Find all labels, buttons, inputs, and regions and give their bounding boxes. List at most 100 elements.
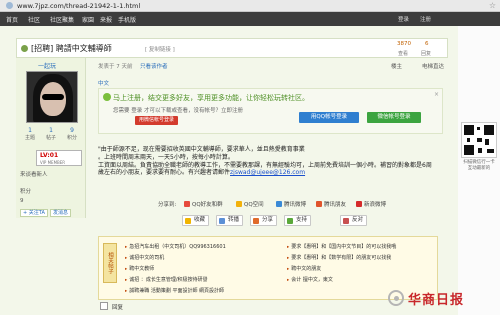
stat-value: 1 — [28, 127, 32, 134]
credit-value: 9 — [20, 198, 24, 204]
forward-icon — [219, 218, 225, 224]
nav-item-home[interactable]: 首页 — [6, 15, 18, 24]
site-nav: 首页 社区 社区聚集 家園 来报 手机版 登录 注册 — [0, 12, 500, 26]
post-line: 歲左右的小朋友，要求要有耐心。有兴趣者请郵件zjswad@ujeee@126.c… — [98, 169, 443, 177]
related-link[interactable]: 聘中文的朋友 — [287, 265, 321, 272]
view-count: 3870 — [397, 41, 411, 47]
tencent-friends-icon[interactable] — [316, 201, 322, 207]
author-name[interactable]: 一起玩 — [38, 61, 56, 70]
forward-label: 转播 — [228, 217, 240, 223]
thumbs-up-icon — [287, 218, 293, 224]
share-label: 分享到: — [158, 202, 177, 208]
qr-dot — [477, 127, 480, 130]
sina-weibo-icon[interactable] — [356, 201, 362, 207]
only-author-link[interactable]: 只看该作者 — [140, 62, 168, 70]
wechat-login-button[interactable]: 微信帐号登录 — [367, 112, 421, 123]
nav-item-home2[interactable]: 家園 — [82, 15, 94, 24]
share-sina-weibo[interactable]: 新浪微博 — [364, 200, 386, 208]
qr-label: 扫描微信行一卡 互动最新的 — [463, 160, 495, 171]
related-link[interactable]: 要求【惠明】和【国内中文节目】的可以找我哦 — [287, 243, 396, 250]
avatar[interactable] — [26, 71, 78, 123]
bookmark-star-icon[interactable]: ☆ — [489, 1, 496, 10]
url-text[interactable]: www.7jpz.com/thread-21942-1-1.html — [17, 2, 140, 10]
email-link[interactable]: zjswad@ujeee@126.com — [230, 169, 305, 176]
view-label: 查看 — [398, 51, 409, 57]
oppose-button[interactable]: 反对 — [340, 215, 368, 226]
watermark-logo-icon — [388, 290, 404, 306]
oppose-label: 反对 — [352, 217, 364, 223]
author-stat-posts[interactable]: 1 帖子 — [41, 127, 61, 141]
publisher-watermark: 华商日报 — [386, 287, 498, 311]
related-badge: 相关帖子 — [103, 243, 117, 283]
post-line: 。上班時間周末兩天，一天5小時，按每小時計算。 — [98, 153, 234, 161]
tencent-weibo-icon[interactable] — [276, 201, 282, 207]
stat-value: 9 — [70, 127, 74, 134]
thread-icon — [21, 45, 28, 52]
qr-finder — [464, 145, 474, 155]
qzone-icon[interactable] — [236, 201, 242, 207]
notice-line: 您需要 登录 才可以下载或查看，没有帐号？立即注册 — [113, 108, 243, 114]
nav-item-report[interactable]: 来报 — [100, 15, 112, 24]
qq-login-button[interactable]: 用QQ帐号登录 — [299, 112, 359, 123]
share-qq-friends[interactable]: QQ好友和群 — [192, 200, 223, 208]
related-link[interactable]: 会计 擅中文，東文 — [287, 276, 333, 283]
stat-label: 主题 — [24, 135, 35, 141]
follow-button[interactable]: + 关注TA — [20, 209, 48, 217]
address-bar[interactable]: www.7jpz.com/thread-21942-1-1.html ☆ — [0, 0, 500, 12]
post-line-text: 歲左右的小朋友，要求要有耐心。有兴趣者请郵件 — [98, 169, 231, 177]
reply-count: 6 — [425, 41, 429, 47]
share-icon — [253, 218, 259, 224]
related-link[interactable]: 诚招 ：成长生意管理/积极按待研發 — [125, 276, 207, 283]
share-row: 分享到: QQ好友和群 QQ空间 腾讯微博 腾讯朋友 新浪微博 — [158, 199, 418, 209]
related-link[interactable]: 诚招中文的司机 — [125, 254, 164, 261]
share-tencent-weibo[interactable]: 腾讯微博 — [284, 200, 306, 208]
chat-bubble-icon — [103, 93, 111, 101]
register-link[interactable]: 注册 — [420, 15, 431, 23]
level-text: LV:01 — [40, 152, 59, 159]
login-link[interactable]: 登录 — [398, 15, 409, 23]
share-button[interactable]: 分享 — [250, 215, 278, 226]
qq-friends-icon[interactable] — [184, 201, 190, 207]
related-link[interactable]: 急招汽车出租（中文司机）QQ996316601 — [125, 243, 226, 250]
related-link[interactable]: 聘中文教师 — [125, 265, 154, 272]
support-button[interactable]: 支持 — [284, 215, 312, 226]
nav-item-mobile[interactable]: 手机版 — [118, 15, 136, 24]
lang-tag[interactable]: 中文 — [98, 79, 109, 87]
floor-label: 楼主 — [390, 64, 402, 70]
avatar-glasses — [42, 94, 64, 100]
select-checkbox[interactable] — [100, 302, 108, 310]
stat-label: 帖子 — [45, 135, 56, 141]
copy-link[interactable]: [ 复制链接 ] — [145, 45, 175, 53]
stat-value: 1 — [49, 127, 53, 134]
related-link[interactable]: 要求【惠明】和【数学有限】的朋友可以找我 — [287, 254, 391, 261]
wechat-login-small-button[interactable]: 用微信帐号登录 — [135, 116, 179, 125]
thread-title: [招聘] 聘請中文輔導師 — [31, 44, 112, 53]
thread-title-bar: [招聘] 聘請中文輔導師 [ 复制链接 ] 3870 查看 6 回复 — [16, 38, 448, 58]
share-tencent-friends[interactable]: 腾讯朋友 — [324, 200, 346, 208]
message-button[interactable]: 发消息 — [50, 209, 72, 217]
post-line: "由于師源不足，现在需要招收英國中文輔導師，要求華人，並且熱愛教育事業 — [98, 146, 305, 153]
post-date: 发表于 7 天前 — [98, 64, 133, 70]
qr-code — [461, 122, 497, 158]
qr-dot — [477, 138, 482, 142]
qr-dot — [478, 148, 482, 153]
qr-finder — [484, 125, 494, 135]
browser-window: www.7jpz.com/thread-21942-1-1.html ☆ 首页 … — [0, 0, 500, 315]
nav-item-community[interactable]: 社区 — [28, 15, 40, 24]
favorite-button[interactable]: 收藏 — [182, 215, 210, 226]
related-link[interactable]: 誠聘兼職 活動策劃 平面設計師 網頁設計師 — [125, 287, 224, 294]
author-stat-points[interactable]: 9 积分 — [62, 127, 82, 141]
close-icon[interactable]: × — [434, 91, 439, 98]
share-qzone[interactable]: QQ空间 — [244, 200, 264, 208]
jump-floor-link[interactable]: 电梯直达 — [422, 62, 444, 70]
qr-dot — [485, 139, 489, 145]
favorite-label: 收藏 — [194, 217, 206, 223]
star-icon — [185, 218, 191, 224]
nav-item-gather[interactable]: 社区聚集 — [50, 15, 74, 24]
author-stat-threads[interactable]: 1 主题 — [20, 127, 40, 141]
reply-link[interactable]: 回复 — [112, 303, 123, 311]
notice-title: 马上注册，结交更多好友，享用更多功能，让你轻松玩转社区。 — [113, 94, 309, 102]
vip-text: VIP MEMBER — [40, 160, 66, 165]
author-sidebar: 一起玩 1 主题 1 帖子 9 积分 LV:01 VIP MEMBER 来谈看新… — [16, 58, 86, 218]
forward-button[interactable]: 转播 — [216, 215, 244, 226]
